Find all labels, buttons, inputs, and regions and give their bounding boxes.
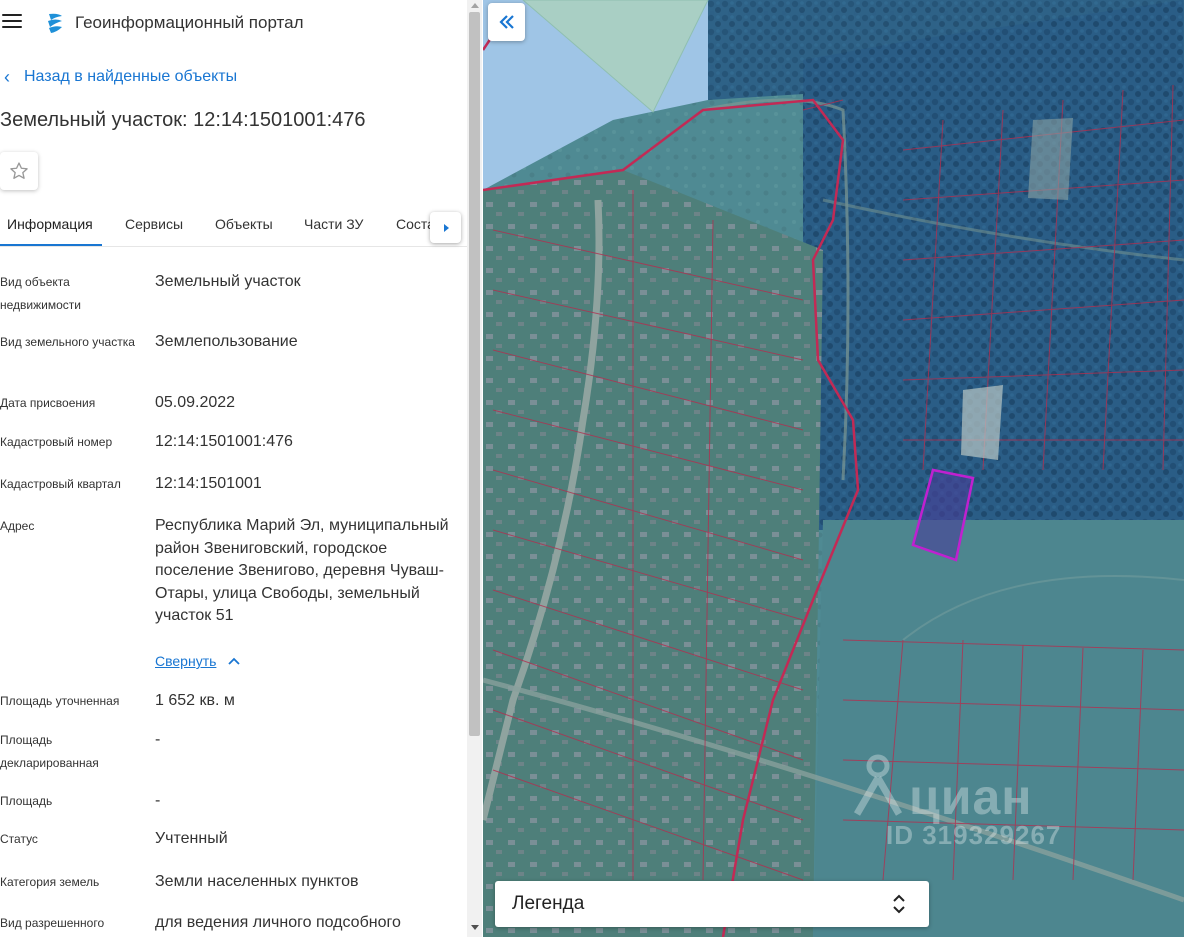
field-label: Вид земельного участка bbox=[0, 335, 135, 349]
chevron-up-icon bbox=[228, 657, 241, 665]
field-value: Землепользование bbox=[155, 333, 298, 350]
field-value: Земли населенных пунктов bbox=[155, 873, 359, 890]
info-panel: Геоинформационный портал ‹ Назад в найде… bbox=[0, 0, 467, 937]
field-value: 12:14:1501001:476 bbox=[155, 433, 293, 450]
expand-collapse-icon[interactable] bbox=[892, 893, 906, 915]
watermark-brand: циан bbox=[909, 769, 1033, 825]
tab-bar: Информация Сервисы Объекты Части ЗУ Сост… bbox=[0, 205, 467, 247]
field-label: Кадастровый квартал bbox=[0, 477, 121, 491]
star-icon bbox=[10, 162, 28, 179]
field-value: для ведения личного подсобного bbox=[155, 914, 401, 931]
favorite-button[interactable] bbox=[0, 152, 38, 190]
field-value: Республика Марий Эл, муниципальный район… bbox=[155, 517, 449, 624]
field-label: Площадь декларированная bbox=[0, 733, 99, 770]
back-to-results-link[interactable]: ‹ Назад в найденные объекты bbox=[4, 68, 237, 86]
field-value: Учтенный bbox=[155, 830, 228, 847]
field-value: 05.09.2022 bbox=[155, 394, 236, 411]
tabs-scroll-right-button[interactable] bbox=[430, 212, 461, 243]
field-label: Дата присвоения bbox=[0, 396, 96, 410]
field-label: Площадь уточненная bbox=[0, 694, 120, 708]
field-value: - bbox=[155, 792, 161, 809]
field-label: Кадастровый номер bbox=[0, 435, 113, 449]
double-chevron-left-icon bbox=[498, 15, 514, 29]
field-label: Площадь bbox=[0, 794, 53, 808]
field-value: Земельный участок bbox=[155, 273, 301, 290]
legend-panel[interactable]: Легенда bbox=[495, 881, 929, 927]
watermark-id: ID 319329267 bbox=[886, 820, 1062, 850]
legend-label: Легенда bbox=[512, 893, 585, 914]
field-label: Статус bbox=[0, 832, 38, 846]
field-label: Вид объекта недвижимости bbox=[0, 275, 81, 312]
satellite-map-image bbox=[483, 0, 1184, 937]
app-root: Геоинформационный портал ‹ Назад в найде… bbox=[0, 0, 1184, 937]
field-label: Вид разрешенного bbox=[0, 916, 105, 930]
tab-services[interactable]: Сервисы bbox=[125, 216, 183, 232]
field-value: - bbox=[155, 731, 161, 748]
app-title: Геоинформационный портал bbox=[75, 13, 304, 32]
collapse-address-link[interactable]: Свернуть bbox=[155, 653, 241, 669]
field-label: Категория земель bbox=[0, 875, 100, 889]
collapse-label: Свернуть bbox=[155, 653, 217, 669]
field-value: 1 652 кв. м bbox=[155, 692, 235, 709]
collapse-panel-button[interactable] bbox=[488, 3, 525, 41]
object-title: Земельный участок: 12:14:1501001:476 bbox=[0, 109, 366, 131]
portal-logo-icon bbox=[48, 13, 62, 33]
tab-objects[interactable]: Объекты bbox=[215, 216, 273, 232]
active-tab-indicator bbox=[0, 244, 102, 246]
tab-parts[interactable]: Части ЗУ bbox=[304, 216, 363, 232]
scrollbar-thumb[interactable] bbox=[469, 12, 480, 736]
top-bar: Геоинформационный портал bbox=[0, 0, 467, 46]
map-view[interactable]: циан ID 319329267 Легенда bbox=[483, 0, 1184, 937]
field-value: 12:14:1501001 bbox=[155, 475, 262, 492]
back-link-label: Назад в найденные объекты bbox=[24, 68, 238, 85]
scroll-down-arrow-icon[interactable] bbox=[471, 925, 479, 930]
tab-info[interactable]: Информация bbox=[7, 216, 93, 232]
scroll-up-arrow-icon[interactable] bbox=[471, 3, 479, 8]
caret-right-icon bbox=[443, 223, 449, 232]
chevron-left-icon: ‹ bbox=[4, 67, 10, 87]
panel-scrollbar[interactable] bbox=[467, 0, 482, 937]
cian-logo-icon bbox=[853, 754, 903, 816]
menu-icon[interactable] bbox=[2, 14, 22, 32]
field-label: Адрес bbox=[0, 519, 35, 533]
